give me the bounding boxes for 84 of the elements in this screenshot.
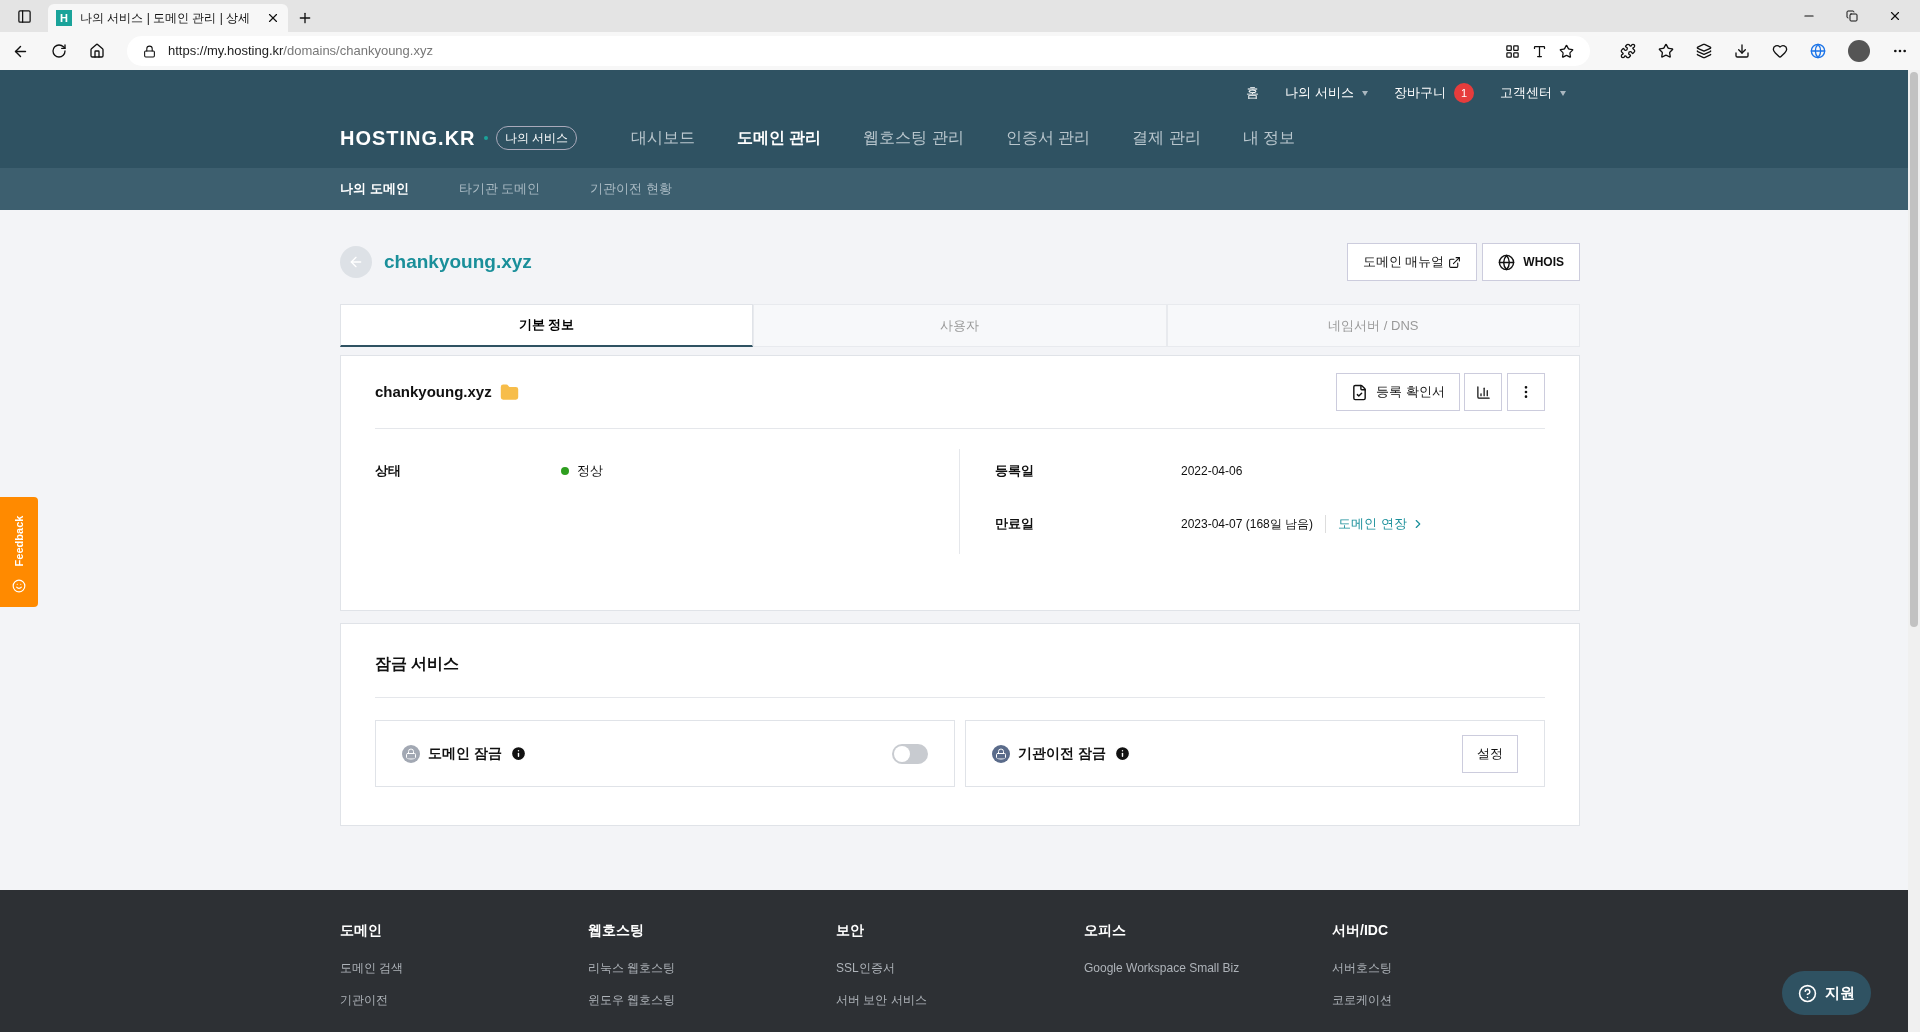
lock-toggle[interactable] (892, 743, 928, 764)
help-icon (1798, 983, 1817, 1003)
top-link[interactable]: 홈 (1246, 83, 1260, 103)
external-link-icon (1448, 255, 1462, 269)
read-aloud-icon[interactable] (1532, 43, 1547, 59)
page-title: chankyoung.xyz (384, 249, 532, 274)
scrollbar[interactable] (1908, 70, 1920, 1032)
favicon-icon: H (56, 10, 72, 26)
building-lock-icon (992, 744, 1010, 763)
footer-link[interactable]: 서버호스팅 (1332, 959, 1580, 977)
field-label: 만료일 (995, 515, 1035, 534)
tab-title: 나의 서비스 | 도메인 관리 | 상세 (80, 10, 252, 27)
nav-item[interactable]: 웹호스팅 관리 (863, 126, 964, 150)
reload-icon[interactable] (51, 43, 67, 59)
globe-search-icon (1498, 253, 1516, 271)
tab[interactable]: 기본 정보 (340, 304, 754, 347)
avatar[interactable] (1848, 40, 1870, 62)
close-window-icon[interactable] (1888, 9, 1902, 23)
info-icon[interactable] (509, 745, 527, 762)
url-text: https://my.hosting.kr/domains/chankyoung.xyz (168, 42, 434, 61)
stats-button[interactable] (1464, 373, 1502, 411)
subnav-item[interactable]: 나의 도메인 (340, 179, 409, 199)
logo[interactable]: HOSTING.KR (340, 123, 476, 153)
footer-heading: 서버/IDC (1332, 921, 1389, 940)
download-icon[interactable] (1734, 43, 1750, 59)
footer-link[interactable]: 서버 보안 서비스 (836, 991, 1084, 1009)
domain-name: chankyoung.xyz (375, 381, 492, 402)
subnav-item[interactable]: 기관이전 현황 (590, 179, 672, 199)
browser-tab[interactable]: H 나의 서비스 | 도메인 관리 | 상세 (48, 4, 288, 32)
certificate-icon (1351, 383, 1369, 401)
nav-item[interactable]: 도메인 관리 (736, 126, 822, 150)
footer-heading: 도메인 (340, 921, 383, 940)
footer-heading: 보안 (836, 921, 865, 940)
lock-icon (402, 744, 420, 763)
footer-heading: 웹호스팅 (588, 921, 645, 940)
favorite-icon[interactable] (1559, 43, 1574, 59)
nav-item[interactable]: 인증서 관리 (1005, 126, 1091, 150)
top-link[interactable]: 고객센터 (1500, 83, 1566, 103)
restore-icon[interactable] (1846, 10, 1858, 22)
close-icon[interactable] (266, 11, 280, 25)
settings-button[interactable]: 설정 (1462, 734, 1518, 773)
nav-item[interactable]: 내 정보 (1242, 126, 1296, 150)
sidebar-icon[interactable] (16, 8, 32, 24)
field-label: 등록일 (995, 462, 1035, 481)
renew-link[interactable]: 도메인 연장 (1338, 514, 1425, 534)
new-tab-icon[interactable] (297, 10, 313, 26)
whois-button[interactable]: WHOIS (1482, 243, 1580, 281)
extensions-icon[interactable] (1620, 43, 1636, 59)
footer-link[interactable]: SSL인증서 (836, 959, 1084, 977)
field-label: 상태 (375, 462, 402, 481)
cart-count: 1 (1454, 83, 1474, 103)
collections-icon[interactable] (1696, 43, 1712, 59)
nav-item[interactable]: 대시보드 (630, 126, 695, 150)
section-title: 잠금 서비스 (375, 653, 460, 674)
footer-heading: 오피스 (1084, 921, 1127, 940)
subnav-item[interactable]: 타기관 도메인 (458, 179, 541, 199)
manual-button[interactable]: 도메인 매뉴얼 (1346, 243, 1478, 281)
browser-icon[interactable] (1810, 43, 1826, 59)
nav-item[interactable]: 결제 관리 (1132, 126, 1201, 150)
support-button[interactable]: 지원 (1782, 971, 1871, 1015)
top-link[interactable]: 나의 서비스 (1285, 83, 1368, 103)
footer-link[interactable]: 도메인 검색 (340, 959, 588, 977)
favorites-icon[interactable] (1658, 43, 1674, 59)
heart-icon[interactable] (1772, 43, 1788, 59)
home-icon[interactable] (89, 43, 105, 59)
lock-icon (143, 44, 156, 58)
footer-link[interactable]: 기관이전 (340, 991, 588, 1009)
registered-date: 2022-04-06 (1181, 463, 1243, 480)
option-label: 도메인 잠금 (428, 744, 502, 763)
smile-icon (12, 579, 26, 593)
footer-link[interactable]: 코로케이션 (1332, 991, 1580, 1009)
grid-icon[interactable] (1505, 43, 1520, 59)
certificate-button[interactable]: 등록 확인서 (1336, 373, 1460, 411)
footer-link[interactable]: 윈도우 웹호스팅 (588, 991, 836, 1009)
footer-link[interactable]: Google Workspace Small Biz (1084, 959, 1332, 977)
address-bar[interactable]: https://my.hosting.kr/domains/chankyoung.xyz (127, 36, 1590, 66)
footer-link[interactable]: 리눅스 웹호스팅 (588, 959, 836, 977)
info-icon[interactable] (1113, 745, 1131, 762)
top-link[interactable]: 장바구니 1 (1394, 83, 1474, 103)
status-value: 정상 (577, 462, 603, 481)
option-label: 기관이전 잠금 (1018, 744, 1106, 763)
bar-chart-icon (1475, 384, 1491, 400)
feedback-label: Feedback (11, 515, 26, 567)
expiry-date: 2023-04-07 (168일 남음) (1181, 515, 1327, 533)
